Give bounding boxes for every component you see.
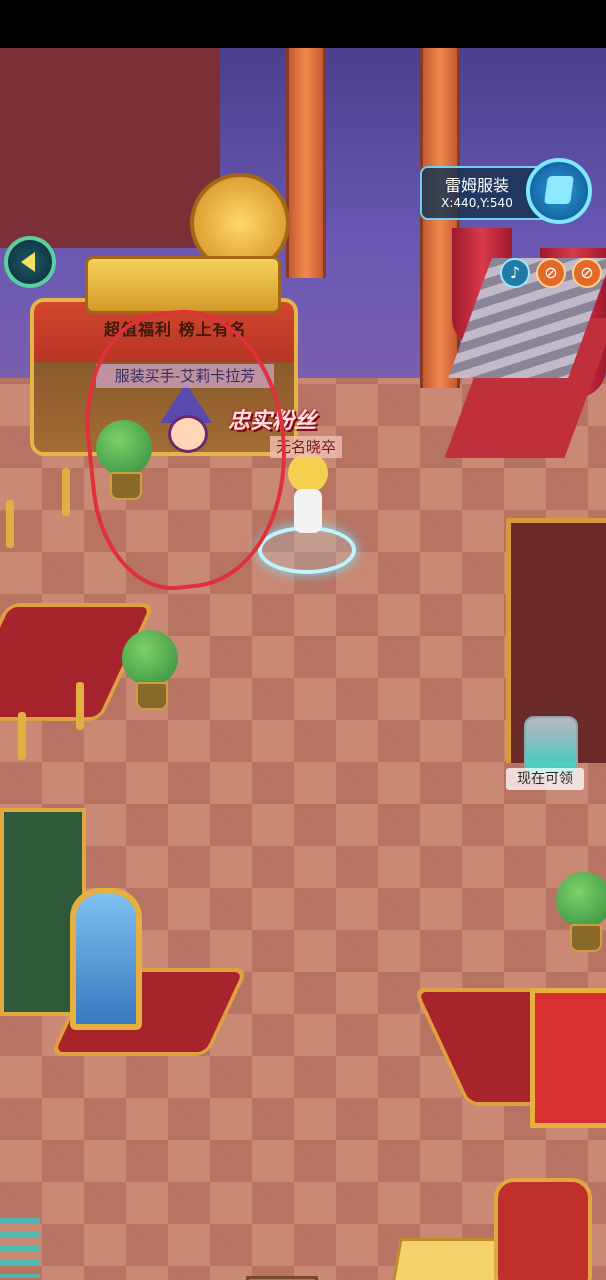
status-bar xyxy=(0,0,606,48)
player-name-label: 无名晓卒 xyxy=(270,436,343,458)
reward-jar[interactable] xyxy=(524,716,578,776)
location-coordinates: X:440,Y:540 xyxy=(441,196,513,210)
speaker-icon[interactable]: ♪ xyxy=(500,258,530,288)
player-hair xyxy=(288,453,328,493)
claim-reward-label[interactable]: 现在可领 xyxy=(506,768,584,790)
armchair xyxy=(494,1178,592,1280)
side-table xyxy=(246,1276,318,1280)
mute-icon[interactable]: ⊘ xyxy=(536,258,566,288)
wall-pillar xyxy=(286,48,326,278)
block-icon[interactable]: ⊘ xyxy=(572,258,602,288)
shop-sign-banner xyxy=(85,256,281,314)
rope-rail-post xyxy=(76,682,84,730)
left-wall-section xyxy=(0,48,220,248)
potted-plant xyxy=(96,420,152,510)
shop-sign-text: 超值福利 榜上有名 xyxy=(104,320,247,339)
back-arrow-icon xyxy=(21,252,35,272)
potted-plant xyxy=(122,630,178,720)
npc-face xyxy=(168,415,208,453)
rope-rail-post xyxy=(18,712,26,760)
rope-rail-post xyxy=(62,468,70,516)
npc-witch-buyer[interactable] xyxy=(150,383,220,473)
map-button[interactable] xyxy=(526,158,592,224)
rope-rail-post xyxy=(6,500,14,548)
npc-name-label: 服装买手-艾莉卡拉芳 xyxy=(96,364,274,388)
player-character[interactable] xyxy=(280,453,340,553)
player-body xyxy=(294,489,322,533)
potted-plant xyxy=(556,872,606,962)
standing-mirror xyxy=(70,888,142,1030)
decorative-stripes xyxy=(0,1218,40,1278)
back-button[interactable] xyxy=(4,236,56,288)
game-scene[interactable]: 超值福利 榜上有名 服装买手-艾莉卡拉芳 忠实粉丝 无名晓卒 现在可领 xyxy=(0,48,606,1280)
map-icon xyxy=(544,176,574,204)
location-name: 雷姆服装 xyxy=(444,176,509,195)
red-sofa xyxy=(530,988,606,1128)
player-title-badge: 忠实粉丝 xyxy=(228,409,317,434)
